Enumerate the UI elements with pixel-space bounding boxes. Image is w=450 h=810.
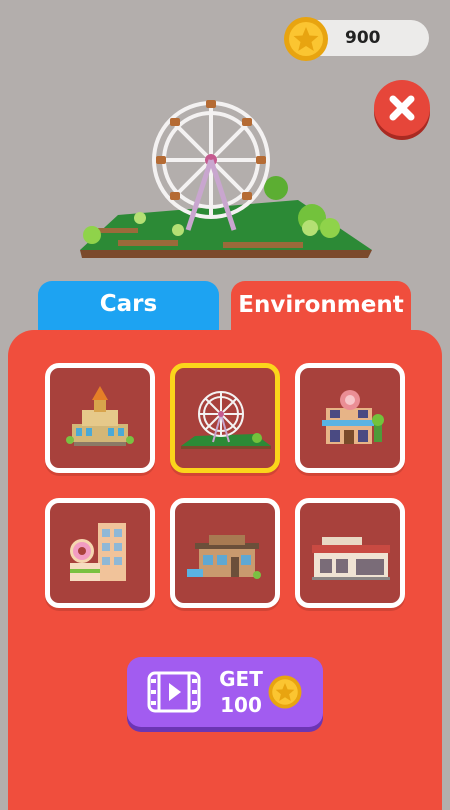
item-ferris-wheel[interactable] (170, 363, 280, 473)
tab-cars[interactable]: Cars (38, 281, 219, 331)
coin-icon (284, 17, 328, 61)
video-icon (147, 671, 201, 713)
city-hall-icon (66, 386, 134, 446)
get-coins-button[interactable]: GET 100 (127, 657, 323, 727)
item-cafe-shop[interactable] (295, 363, 405, 473)
market-icon (312, 537, 390, 580)
item-preview-ferris-wheel (80, 100, 372, 258)
get-label: GET (219, 667, 263, 691)
donut-shop-icon (70, 523, 126, 581)
tab-environment-label: Environment (238, 292, 404, 318)
ferris-wheel-icon (181, 391, 271, 449)
item-donut-shop[interactable] (45, 498, 155, 608)
item-restaurant[interactable] (170, 498, 280, 608)
close-button[interactable] (374, 80, 430, 136)
close-icon (389, 95, 415, 121)
item-city-hall[interactable] (45, 363, 155, 473)
coin-count: 900 (345, 28, 381, 48)
coin-icon (268, 675, 302, 709)
get-amount: 100 (220, 693, 262, 717)
item-market[interactable] (295, 498, 405, 608)
cafe-shop-icon (322, 390, 384, 444)
restaurant-icon (187, 535, 261, 579)
tab-cars-label: Cars (99, 291, 158, 317)
